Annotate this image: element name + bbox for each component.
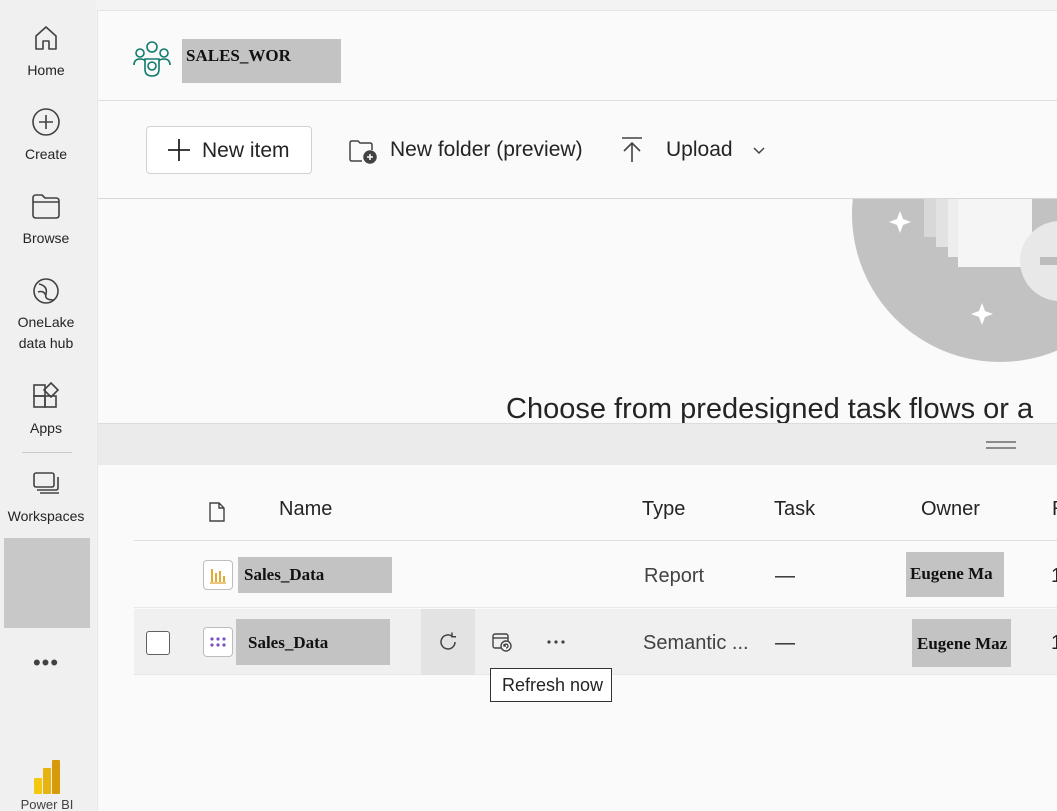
nav-item-create[interactable]: Create bbox=[0, 106, 92, 165]
folder-add-icon bbox=[349, 140, 377, 164]
plus-circle-icon bbox=[32, 108, 60, 136]
column-header-refreshed[interactable]: R bbox=[1052, 498, 1057, 521]
refresh-now-button[interactable] bbox=[421, 609, 475, 675]
folder-icon bbox=[32, 194, 60, 219]
brand-label: Power BI bbox=[20, 797, 74, 811]
new-item-button[interactable]: New item bbox=[146, 126, 312, 174]
column-header-task[interactable]: Task bbox=[774, 498, 815, 521]
nav-item-browse[interactable]: Browse bbox=[0, 190, 92, 249]
workspace-name: SALES_WOR bbox=[182, 39, 341, 83]
column-header-owner[interactable]: Owner bbox=[921, 498, 980, 521]
nav-item-label: OneLake data hub bbox=[0, 312, 92, 354]
item-refreshed: 1 bbox=[1051, 565, 1057, 588]
table-row[interactable]: Sales_Data Semantic ... — Eugene Maz 1 bbox=[134, 609, 1057, 675]
task-flow-illustration bbox=[852, 199, 1057, 362]
plus-icon bbox=[168, 139, 190, 161]
item-owner: Eugene Ma bbox=[906, 552, 1004, 597]
document-icon bbox=[209, 502, 225, 522]
item-type: Semantic ... bbox=[643, 632, 749, 654]
item-name-link[interactable]: Sales_Data bbox=[236, 619, 390, 665]
refresh-now-tooltip: Refresh now bbox=[490, 668, 612, 702]
nav-item-current-workspace[interactable] bbox=[4, 538, 90, 628]
nav-item-label: Browse bbox=[22, 230, 70, 246]
workspaces-icon bbox=[33, 472, 59, 494]
apps-icon bbox=[33, 381, 60, 408]
workspace-toolbar: New item New folder (preview) Upload bbox=[98, 102, 1057, 199]
nav-item-label-line1: OneLake bbox=[17, 314, 75, 330]
home-icon bbox=[35, 26, 57, 50]
ellipsis-icon bbox=[547, 640, 565, 644]
upload-label: Upload bbox=[666, 138, 733, 161]
refresh-icon bbox=[440, 632, 456, 650]
banner-title: Choose from predesigned task flows or a bbox=[506, 393, 1034, 423]
powerbi-brand[interactable]: Power BI bbox=[14, 758, 80, 811]
more-actions-button[interactable] bbox=[529, 609, 583, 675]
left-nav-rail: Home Create Browse OneLake data hub Apps… bbox=[0, 0, 96, 811]
powerbi-logo-icon bbox=[34, 760, 60, 794]
table-header: Name Type Task Owner R bbox=[134, 481, 1057, 541]
nav-item-onelake[interactable]: OneLake data hub bbox=[0, 274, 92, 354]
column-header-type[interactable]: Type bbox=[642, 498, 685, 521]
upload-button[interactable]: Upload bbox=[620, 126, 770, 174]
chevron-down-icon bbox=[753, 147, 765, 155]
nav-item-workspaces[interactable]: Workspaces bbox=[0, 468, 92, 527]
row-checkbox[interactable] bbox=[146, 631, 170, 655]
column-header-name[interactable]: Name bbox=[279, 498, 332, 521]
panel-resize-bar bbox=[98, 423, 1057, 465]
nav-item-home[interactable]: Home bbox=[0, 22, 92, 81]
new-item-label: New item bbox=[202, 139, 290, 162]
item-owner: Eugene Maz bbox=[912, 619, 1011, 667]
nav-item-label: Home bbox=[27, 62, 65, 78]
nav-divider bbox=[22, 452, 72, 453]
people-group-icon bbox=[133, 41, 171, 77]
nav-item-label: Workspaces bbox=[7, 508, 85, 524]
table-row[interactable]: Sales_Data Report — Eugene Ma 1 bbox=[134, 542, 1057, 608]
onelake-icon bbox=[33, 278, 59, 304]
report-icon bbox=[203, 560, 233, 590]
item-task: — bbox=[775, 565, 795, 587]
nav-item-label-line2: data hub bbox=[18, 335, 74, 351]
item-task: — bbox=[775, 632, 795, 654]
semantic-model-icon bbox=[203, 627, 233, 657]
workspace-header: SALES_WOR bbox=[98, 11, 1057, 101]
new-folder-label: New folder (preview) bbox=[390, 138, 583, 161]
nav-item-label: Create bbox=[24, 146, 68, 162]
schedule-refresh-icon bbox=[492, 633, 512, 652]
item-refreshed: 1 bbox=[1051, 632, 1057, 655]
nav-item-apps[interactable]: Apps bbox=[0, 380, 92, 439]
drag-handle-icon[interactable] bbox=[986, 441, 1016, 449]
more-options-button[interactable]: ••• bbox=[30, 650, 62, 678]
new-folder-button[interactable]: New folder (preview) bbox=[348, 126, 588, 174]
item-name-link[interactable]: Sales_Data bbox=[238, 557, 392, 593]
task-flow-banner: Choose from predesigned task flows or a bbox=[98, 199, 1057, 423]
schedule-refresh-button[interactable] bbox=[475, 609, 529, 675]
item-type: Report bbox=[644, 565, 705, 587]
nav-item-label: Apps bbox=[30, 420, 62, 436]
upload-icon bbox=[622, 137, 642, 162]
